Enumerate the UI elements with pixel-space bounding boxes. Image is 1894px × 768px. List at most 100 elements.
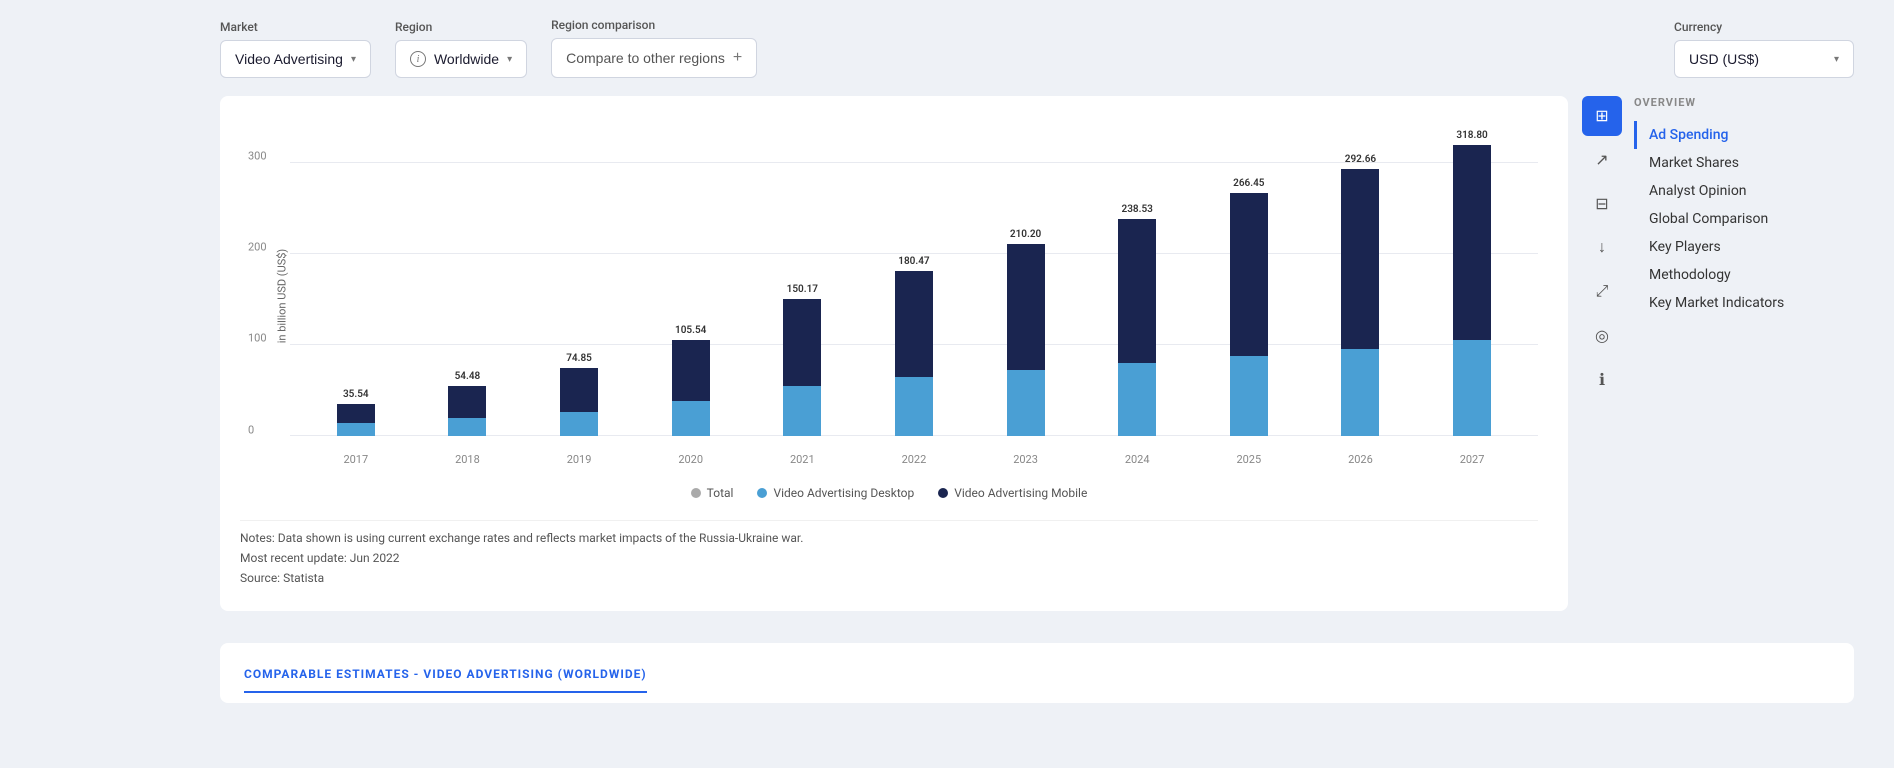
bar-stack-2021 [783,299,821,436]
bar-value-2019: 74.85 [566,353,592,364]
currency-label: Currency [1674,20,1854,34]
x-label-2020: 2020 [678,453,703,466]
x-label-2026: 2026 [1348,453,1373,466]
bar-value-2023: 210.20 [1010,229,1041,240]
chart-area: in billion USD (US$) 0 100 200 300 35.54… [240,126,1538,466]
nav-item-ad-spending[interactable]: Ad Spending [1634,121,1854,149]
bar-group-2019: 74.85 [560,353,598,436]
bottom-section: COMPARABLE ESTIMATES - VIDEO ADVERTISING… [0,643,1894,703]
chart-inner: 0 100 200 300 35.5454.4874.85105.54150.1… [290,126,1538,466]
bar-value-2017: 35.54 [343,389,369,400]
comparable-title: COMPARABLE ESTIMATES - VIDEO ADVERTISING… [244,667,647,693]
bar-value-2024: 238.53 [1121,204,1152,215]
nav-item-methodology[interactable]: Methodology [1634,261,1854,289]
bar-mobile-2024 [1118,219,1156,364]
bar-group-2022: 180.47 [895,256,933,436]
bar-desktop-2022 [895,377,933,436]
bar-group-2020: 105.54 [672,325,710,436]
x-label-2022: 2022 [902,453,927,466]
bar-desktop-2019 [560,412,598,436]
bar-stack-2019 [560,368,598,436]
bar-value-2018: 54.48 [455,371,481,382]
bar-group-2018: 54.48 [448,371,486,436]
market-label: Market [220,20,371,34]
right-nav-list: Ad SpendingMarket SharesAnalyst OpinionG… [1634,121,1854,317]
bar-desktop-2018 [448,418,486,436]
bar-desktop-2026 [1341,349,1379,436]
legend-total-dot [691,488,701,498]
notes-section: Notes: Data shown is using current excha… [240,520,1538,585]
bar-desktop-2020 [672,401,710,436]
notes-line1: Notes: Data shown is using current excha… [240,531,1538,545]
bar-mobile-2023 [1007,244,1045,370]
bar-mobile-2018 [448,386,486,417]
nav-item-key-market-indicators[interactable]: Key Market Indicators [1634,289,1854,317]
region-value: Worldwide [434,51,499,67]
x-label-2018: 2018 [455,453,480,466]
bar-desktop-2024 [1118,363,1156,436]
x-label-2019: 2019 [567,453,592,466]
nav-item-key-players[interactable]: Key Players [1634,233,1854,261]
legend-total-label: Total [707,486,734,500]
region-dropdown[interactable]: i Worldwide ▾ [395,40,527,78]
bar-value-2026: 292.66 [1345,154,1376,165]
bar-value-2020: 105.54 [675,325,706,336]
chart-panel: in billion USD (US$) 0 100 200 300 35.54… [220,96,1568,611]
bar-group-2026: 292.66 [1341,154,1379,436]
legend-mobile-dot [938,488,948,498]
comparable-card: COMPARABLE ESTIMATES - VIDEO ADVERTISING… [220,643,1854,703]
x-label-2023: 2023 [1013,453,1038,466]
overview-title: OVERVIEW [1634,96,1854,109]
bar-desktop-2017 [337,423,375,436]
table-icon[interactable]: ⊟ [1582,184,1622,224]
bar-stack-2022 [895,271,933,436]
bar-stack-2024 [1118,219,1156,436]
bar-stack-2017 [337,404,375,436]
nav-item-market-shares[interactable]: Market Shares [1634,149,1854,177]
x-axis: 2017 2018 2019 2020 2021 2022 2023 2024 2025 2026… [290,453,1538,466]
bar-mobile-2020 [672,340,710,402]
bar-group-2017: 35.54 [337,389,375,436]
add-region-icon: + [733,49,742,67]
legend-desktop-dot [757,488,767,498]
x-label-2021: 2021 [790,453,815,466]
bar-stack-2027 [1453,145,1491,436]
bar-stack-2026 [1341,169,1379,436]
x-label-2027: 2027 [1460,453,1485,466]
currency-control: Currency USD (US$) ▾ [1674,20,1854,78]
bar-group-2024: 238.53 [1118,204,1156,436]
market-dropdown[interactable]: Video Advertising ▾ [220,40,371,78]
bar-desktop-2025 [1230,356,1268,436]
region-chevron-icon: ▾ [507,54,512,65]
bar-group-2027: 318.80 [1453,130,1491,436]
region-comparison-dropdown[interactable]: Compare to other regions + [551,38,757,78]
x-label-2017: 2017 [343,453,368,466]
legend-mobile-label: Video Advertising Mobile [954,486,1087,500]
bar-value-2027: 318.80 [1456,130,1487,141]
nav-item-analyst-opinion[interactable]: Analyst Opinion [1634,177,1854,205]
bar-mobile-2025 [1230,193,1268,356]
chart-bar-icon[interactable]: ⊞ [1582,96,1622,136]
download-icon[interactable]: ↓ [1582,228,1622,268]
bar-group-2023: 210.20 [1007,229,1045,436]
bar-value-2021: 150.17 [787,284,818,295]
nav-item-global-comparison[interactable]: Global Comparison [1634,205,1854,233]
eye-icon[interactable]: ◎ [1582,316,1622,356]
region-comparison-control: Region comparison Compare to other regio… [551,18,757,78]
bar-value-2022: 180.47 [898,256,929,267]
bar-group-2025: 266.45 [1230,178,1268,436]
expand-icon[interactable]: ⤢ [1582,272,1622,312]
bar-stack-2020 [672,340,710,436]
trend-icon[interactable]: ↗ [1582,140,1622,180]
info-icon[interactable]: ℹ [1582,360,1622,400]
x-label-2024: 2024 [1125,453,1150,466]
legend-mobile: Video Advertising Mobile [938,486,1087,500]
region-label: Region [395,20,527,34]
currency-dropdown[interactable]: USD (US$) ▾ [1674,40,1854,78]
region-comparison-label: Region comparison [551,18,757,32]
region-comparison-value: Compare to other regions [566,50,725,66]
x-label-2025: 2025 [1236,453,1261,466]
bar-value-2025: 266.45 [1233,178,1264,189]
bar-desktop-2021 [783,386,821,436]
legend-desktop: Video Advertising Desktop [757,486,914,500]
